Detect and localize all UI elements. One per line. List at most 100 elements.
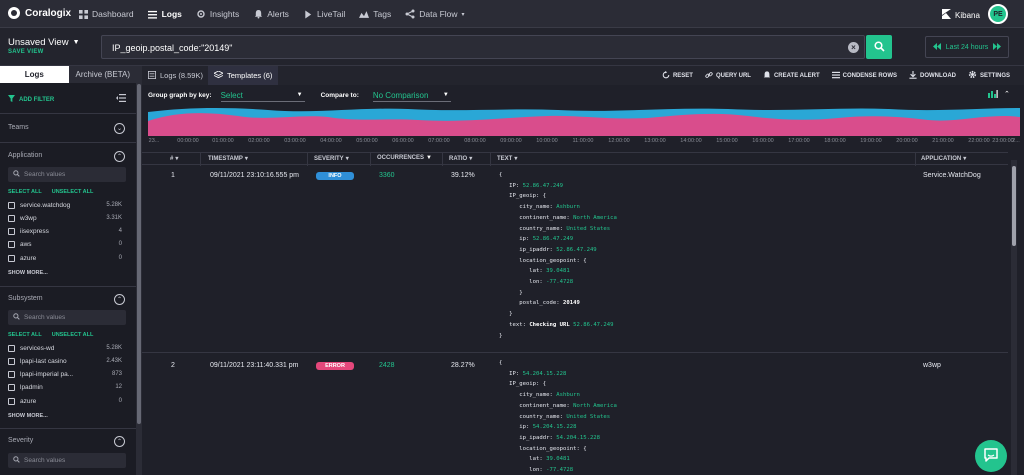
list-item[interactable]: lpapi-last casino 2.43K <box>8 356 122 366</box>
show-more-link[interactable]: SHOW MORE... <box>8 413 48 419</box>
tab-archive[interactable]: Archive (BETA) <box>68 66 136 83</box>
severity-search[interactable] <box>8 453 126 468</box>
json-country: United States <box>566 413 611 420</box>
avatar[interactable]: PE <box>988 4 1008 24</box>
main-scroll-thumb[interactable] <box>1012 166 1016 246</box>
list-item[interactable]: azure 0 <box>8 253 122 263</box>
col-application[interactable]: APPLICATION ▾ <box>921 155 966 163</box>
create-alert-button[interactable]: CREATE ALERT <box>763 70 820 81</box>
subsystem-select-links: SELECT ALL UNSELECT ALL <box>8 332 93 338</box>
nav-dataflow-label: Data Flow <box>419 9 458 19</box>
list-item[interactable]: iisexpress 4 <box>8 226 122 236</box>
nav-dataflow[interactable]: Data Flow ▾ <box>405 9 465 19</box>
nav-dashboard[interactable]: Dashboard <box>78 9 134 19</box>
kibana-icon <box>942 9 951 21</box>
list-item[interactable]: w3wp 3.31K <box>8 213 122 223</box>
templates-icon <box>213 70 224 81</box>
checkbox[interactable] <box>8 344 15 352</box>
tab-logs[interactable]: Logs <box>0 66 69 83</box>
checkbox[interactable] <box>8 397 15 405</box>
col-severity[interactable]: SEVERITY ▾ <box>314 155 349 163</box>
nav-logs[interactable]: Logs <box>148 9 182 19</box>
col-occurrences-label: OCCURRENCES <box>377 155 425 161</box>
logo[interactable]: Coralogix <box>8 7 71 19</box>
download-button[interactable]: DOWNLOAD <box>909 70 956 81</box>
nav-tags[interactable]: Tags <box>359 9 391 19</box>
checkbox[interactable] <box>8 227 15 235</box>
list-item[interactable]: lpapi-imperial pa... 873 <box>8 369 122 379</box>
row-ratio: 28.27% <box>451 362 475 369</box>
reset-button[interactable]: RESET <box>662 70 693 81</box>
checkbox[interactable] <box>8 240 15 248</box>
compare-select[interactable]: No Comparison ▼ <box>372 89 451 102</box>
clear-icon[interactable]: × <box>848 42 859 53</box>
severity-search-input[interactable] <box>24 457 119 464</box>
nav-insights[interactable]: Insights <box>196 9 239 19</box>
view-selector[interactable]: Unsaved View ▼ <box>8 37 80 48</box>
list-item[interactable]: aws 0 <box>8 239 122 249</box>
query-input[interactable]: IP_geoip.postal_code:"20149" × <box>101 35 865 59</box>
collapse-menu-icon[interactable] <box>116 94 126 102</box>
tab-templates-label: Templates (6) <box>227 71 273 80</box>
condense-rows-button[interactable]: CONDENSE ROWS <box>831 71 897 81</box>
col-timestamp[interactable]: TIMESTAMP ▾ <box>208 155 248 163</box>
bell-icon <box>253 9 263 19</box>
col-ratio-label: RATIO <box>449 155 468 162</box>
col-occurrences[interactable]: OCCURRENCES ▼ <box>377 155 432 161</box>
settings-button[interactable]: SETTINGS <box>968 70 1010 81</box>
arrow-left-icon[interactable] <box>932 42 941 52</box>
application-search-input[interactable] <box>24 171 119 178</box>
tab-templates[interactable]: Templates (6) <box>208 66 279 85</box>
checkbox[interactable] <box>8 214 15 222</box>
arrow-right-icon[interactable] <box>993 42 1002 52</box>
select-all-link[interactable]: SELECT ALL <box>8 332 42 338</box>
unselect-all-link[interactable]: UNSELECT ALL <box>52 189 94 195</box>
tags-icon <box>359 9 370 19</box>
col-text[interactable]: TEXT ▾ <box>497 155 517 163</box>
list-item[interactable]: service.watchdog 5.28K <box>8 200 122 210</box>
search-button[interactable] <box>866 35 892 59</box>
table-row[interactable]: 1 09/11/2021 23:10:16.555 pm INFO 3360 3… <box>142 165 1008 353</box>
subsystem-search[interactable] <box>8 310 126 325</box>
download-label: DOWNLOAD <box>919 72 956 79</box>
severity-collapse-icon[interactable]: ⌃ <box>114 436 125 447</box>
unselect-all-link[interactable]: UNSELECT ALL <box>52 332 94 338</box>
subsystem-search-input[interactable] <box>24 314 119 321</box>
chart-type-icon[interactable] <box>988 90 998 100</box>
collapse-chart-icon[interactable]: ⌃ <box>1004 90 1010 100</box>
save-view-button[interactable]: SAVE VIEW <box>8 49 44 55</box>
application-collapse-icon[interactable]: ⌃ <box>114 151 125 162</box>
select-all-link[interactable]: SELECT ALL <box>8 189 42 195</box>
list-item[interactable]: azure 0 <box>8 396 122 406</box>
time-range-button[interactable]: Last 24 hours <box>925 36 1009 58</box>
add-filter-button[interactable]: ADD FILTER <box>8 95 54 104</box>
json-ip: 54.204.15.228 <box>522 370 567 377</box>
tick-label: 04:00:00 <box>320 138 342 144</box>
checkbox[interactable] <box>8 383 15 391</box>
col-number[interactable]: # ▾ <box>170 155 178 163</box>
checkbox[interactable] <box>8 370 15 378</box>
table-row[interactable]: 2 09/11/2021 23:11:40.331 pm ERROR 2428 … <box>142 354 1008 475</box>
application-search[interactable] <box>8 167 126 182</box>
sidebar-scroll-thumb[interactable] <box>137 84 141 424</box>
nav-livetail[interactable]: LiveTail <box>303 9 345 19</box>
query-url-button[interactable]: QUERY URL <box>705 71 751 81</box>
checkbox[interactable] <box>8 254 15 262</box>
json-geo-ip: 52.86.47.249 <box>532 236 574 243</box>
group-by-select[interactable]: Select ▼ <box>220 89 305 102</box>
col-ratio[interactable]: RATIO ▾ <box>449 155 472 163</box>
kibana-link[interactable]: Kibana <box>942 9 980 21</box>
list-item[interactable]: services-wd 5.28K <box>8 343 122 353</box>
chat-button[interactable] <box>975 440 1007 472</box>
teams-expand-icon[interactable]: ⌄ <box>114 123 125 134</box>
logs-icon <box>148 9 158 19</box>
show-more-link[interactable]: SHOW MORE... <box>8 270 48 276</box>
subsystem-collapse-icon[interactable]: ⌃ <box>114 294 125 305</box>
nav-alerts[interactable]: Alerts <box>253 9 289 19</box>
checkbox[interactable] <box>8 201 15 209</box>
tab-logs-count[interactable]: Logs (8.59K) <box>142 66 209 85</box>
tick-label: 13:00:00 <box>644 138 666 144</box>
application-select-links: SELECT ALL UNSELECT ALL <box>8 189 93 195</box>
checkbox[interactable] <box>8 357 15 365</box>
list-item[interactable]: lpadmin 12 <box>8 382 122 392</box>
